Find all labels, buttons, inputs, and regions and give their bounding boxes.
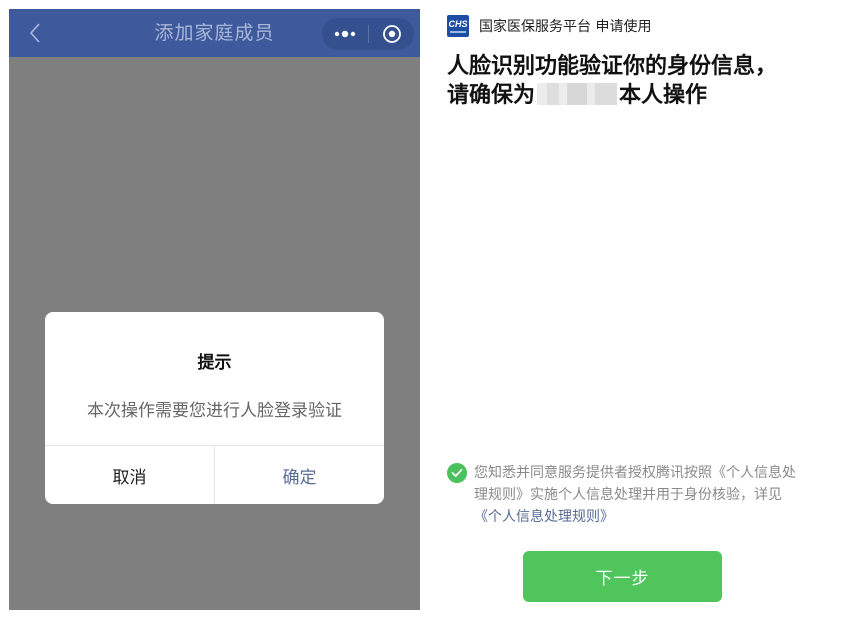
consent-agreement: 您知悉并同意服务提供者授权腾讯按照《个人信息处理规则》 实施个人信息处理并用于身份… bbox=[447, 462, 807, 528]
redacted-name bbox=[537, 83, 618, 105]
consent-text-2: 实施个人信息处理并用于身份核验，详见 bbox=[530, 487, 782, 503]
checkmark-icon bbox=[451, 468, 463, 477]
more-button[interactable] bbox=[322, 18, 368, 50]
consent-checkbox[interactable] bbox=[447, 463, 467, 483]
alert-dialog: 提示 本次操作需要您进行人脸登录验证 取消 确定 bbox=[45, 312, 384, 504]
app-name: 国家医保服务平台 申请使用 bbox=[479, 19, 652, 35]
logo-underline bbox=[450, 30, 466, 33]
next-step-button[interactable]: 下一步 bbox=[523, 551, 722, 602]
back-button[interactable] bbox=[23, 21, 47, 45]
dialog-actions: 取消 确定 bbox=[45, 445, 384, 504]
nav-bar: 添加家庭成员 bbox=[9, 9, 420, 57]
more-dots-icon bbox=[334, 30, 356, 38]
mini-program-capsule bbox=[322, 18, 414, 50]
consent-text-1: 您知悉并同意服务提供者授权腾讯按照 bbox=[474, 465, 712, 481]
chs-logo-icon: CHS bbox=[447, 15, 469, 37]
dialog-message: 本次操作需要您进行人脸登录验证 bbox=[87, 401, 342, 421]
logo-text: CHS bbox=[448, 18, 468, 29]
consent-text: 您知悉并同意服务提供者授权腾讯按照《个人信息处理规则》 实施个人信息处理并用于身份… bbox=[474, 462, 807, 528]
chevron-left-icon bbox=[29, 23, 40, 43]
confirm-button[interactable]: 确定 bbox=[215, 446, 384, 504]
dialog-title: 提示 bbox=[197, 353, 232, 373]
cancel-button[interactable]: 取消 bbox=[45, 446, 215, 504]
left-phone-screen: 添加家庭成员 提示 本次操作需要您进行人脸登录验证 取消 确定 bbox=[9, 9, 420, 610]
heading-text-2: 本人操作 bbox=[619, 83, 708, 108]
privacy-rules-link[interactable]: 《个人信息处理规则》 bbox=[474, 509, 614, 525]
target-close-icon bbox=[382, 25, 401, 43]
right-phone-screen: CHS 国家医保服务平台 申请使用 人脸识别功能验证你的身份信息，请确保为 本人操… bbox=[440, 0, 859, 621]
face-verify-heading: 人脸识别功能验证你的身份信息，请确保为 本人操作 bbox=[447, 52, 787, 110]
app-header: CHS 国家医保服务平台 申请使用 bbox=[447, 15, 651, 37]
close-button[interactable] bbox=[369, 18, 414, 50]
